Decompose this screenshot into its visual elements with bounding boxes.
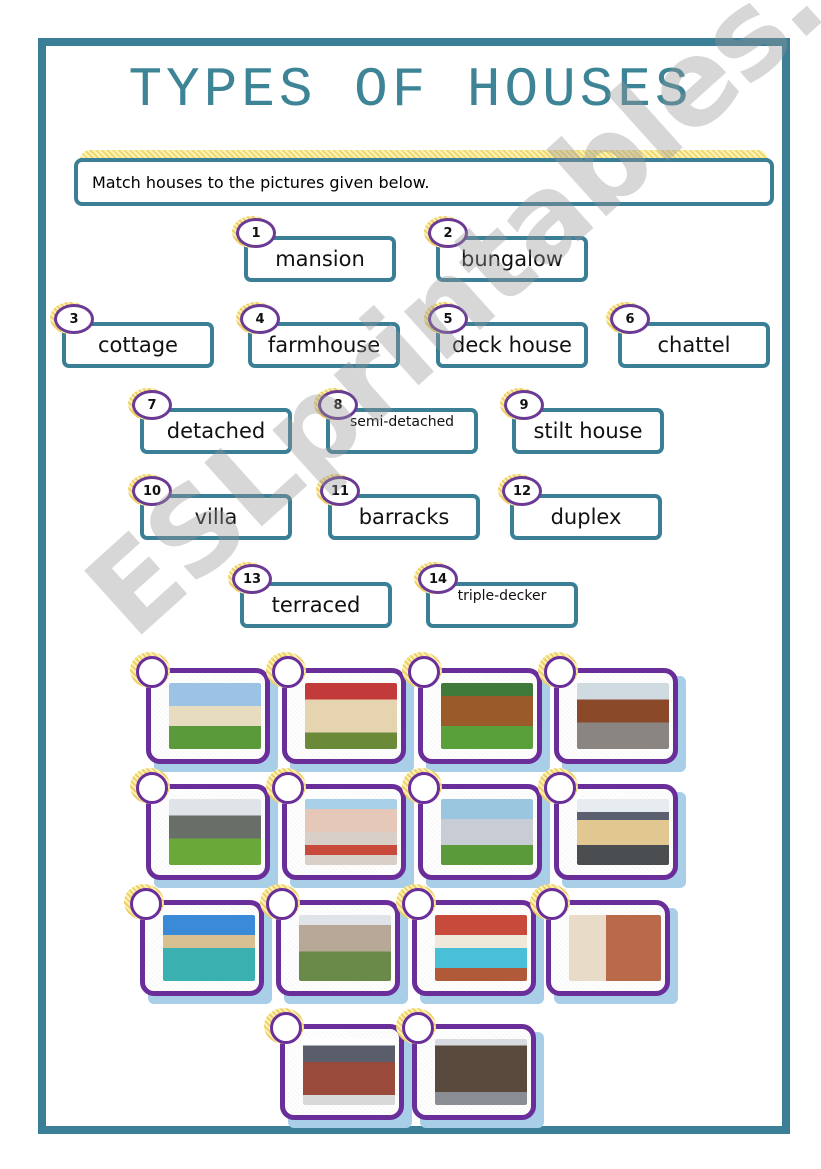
picture-frame xyxy=(282,784,406,880)
answer-circle[interactable] xyxy=(408,656,440,688)
answer-circle[interactable] xyxy=(544,656,576,688)
picture-card xyxy=(396,884,544,1004)
picture-frame xyxy=(140,900,264,996)
house-photo xyxy=(569,915,661,981)
picture-frame xyxy=(282,668,406,764)
answer-circle[interactable] xyxy=(402,1012,434,1044)
picture-frame xyxy=(412,900,536,996)
word-card: duplex 12 xyxy=(498,474,662,540)
picture-card xyxy=(530,884,678,1004)
picture-card xyxy=(130,652,278,772)
word-card: stilt house 9 xyxy=(500,388,664,454)
word-card: terraced 13 xyxy=(228,562,392,628)
picture-card xyxy=(260,884,408,1004)
answer-circle[interactable] xyxy=(544,772,576,804)
picture-frame xyxy=(412,1024,536,1120)
answer-circle[interactable] xyxy=(266,888,298,920)
house-photo xyxy=(169,799,261,865)
word-number: 2 xyxy=(428,218,468,248)
picture-card xyxy=(266,652,414,772)
word-number: 6 xyxy=(610,304,650,334)
word-number: 13 xyxy=(232,564,272,594)
picture-card xyxy=(264,1008,412,1128)
word-number: 9 xyxy=(504,390,544,420)
picture-card xyxy=(402,768,550,888)
word-card: detached 7 xyxy=(128,388,292,454)
house-photo xyxy=(441,799,533,865)
house-photo xyxy=(435,1039,527,1105)
picture-card xyxy=(266,768,414,888)
answer-circle[interactable] xyxy=(272,656,304,688)
word-card: farmhouse 4 xyxy=(236,302,400,368)
picture-card xyxy=(130,768,278,888)
word-number: 10 xyxy=(132,476,172,506)
word-card: chattel 6 xyxy=(606,302,770,368)
picture-card xyxy=(124,884,272,1004)
house-photo xyxy=(305,683,397,749)
word-number: 7 xyxy=(132,390,172,420)
picture-frame xyxy=(546,900,670,996)
picture-frame xyxy=(418,668,542,764)
word-number: 14 xyxy=(418,564,458,594)
word-number: 1 xyxy=(236,218,276,248)
picture-frame xyxy=(554,668,678,764)
answer-circle[interactable] xyxy=(408,772,440,804)
instruction-box: Match houses to the pictures given below… xyxy=(74,158,774,206)
answer-circle[interactable] xyxy=(536,888,568,920)
house-photo xyxy=(303,1039,395,1105)
picture-frame xyxy=(554,784,678,880)
word-number: 5 xyxy=(428,304,468,334)
picture-card xyxy=(396,1008,544,1128)
answer-circle[interactable] xyxy=(136,656,168,688)
picture-frame xyxy=(280,1024,404,1120)
word-number: 11 xyxy=(320,476,360,506)
word-card: villa 10 xyxy=(128,474,292,540)
picture-frame xyxy=(146,784,270,880)
picture-frame xyxy=(418,784,542,880)
word-card: triple-decker 14 xyxy=(414,562,578,628)
house-photo xyxy=(441,683,533,749)
house-photo xyxy=(305,799,397,865)
answer-circle[interactable] xyxy=(270,1012,302,1044)
house-photo xyxy=(577,799,669,865)
answer-circle[interactable] xyxy=(402,888,434,920)
house-photo xyxy=(299,915,391,981)
picture-card xyxy=(538,652,686,772)
answer-circle[interactable] xyxy=(130,888,162,920)
word-card: semi-detached 8 xyxy=(314,388,478,454)
picture-card xyxy=(538,768,686,888)
word-number: 12 xyxy=(502,476,542,506)
picture-card xyxy=(402,652,550,772)
word-number: 4 xyxy=(240,304,280,334)
word-number: 8 xyxy=(318,390,358,420)
picture-frame xyxy=(146,668,270,764)
answer-circle[interactable] xyxy=(272,772,304,804)
word-card: barracks 11 xyxy=(316,474,480,540)
house-photo xyxy=(435,915,527,981)
word-number: 3 xyxy=(54,304,94,334)
word-card: deck house 5 xyxy=(424,302,588,368)
house-photo xyxy=(577,683,669,749)
house-photo xyxy=(163,915,255,981)
picture-frame xyxy=(276,900,400,996)
word-card: bungalow 2 xyxy=(424,216,588,282)
word-card: cottage 3 xyxy=(50,302,214,368)
word-card: mansion 1 xyxy=(232,216,396,282)
house-photo xyxy=(169,683,261,749)
page-title: TYPES OF HOUSES xyxy=(128,58,693,122)
answer-circle[interactable] xyxy=(136,772,168,804)
